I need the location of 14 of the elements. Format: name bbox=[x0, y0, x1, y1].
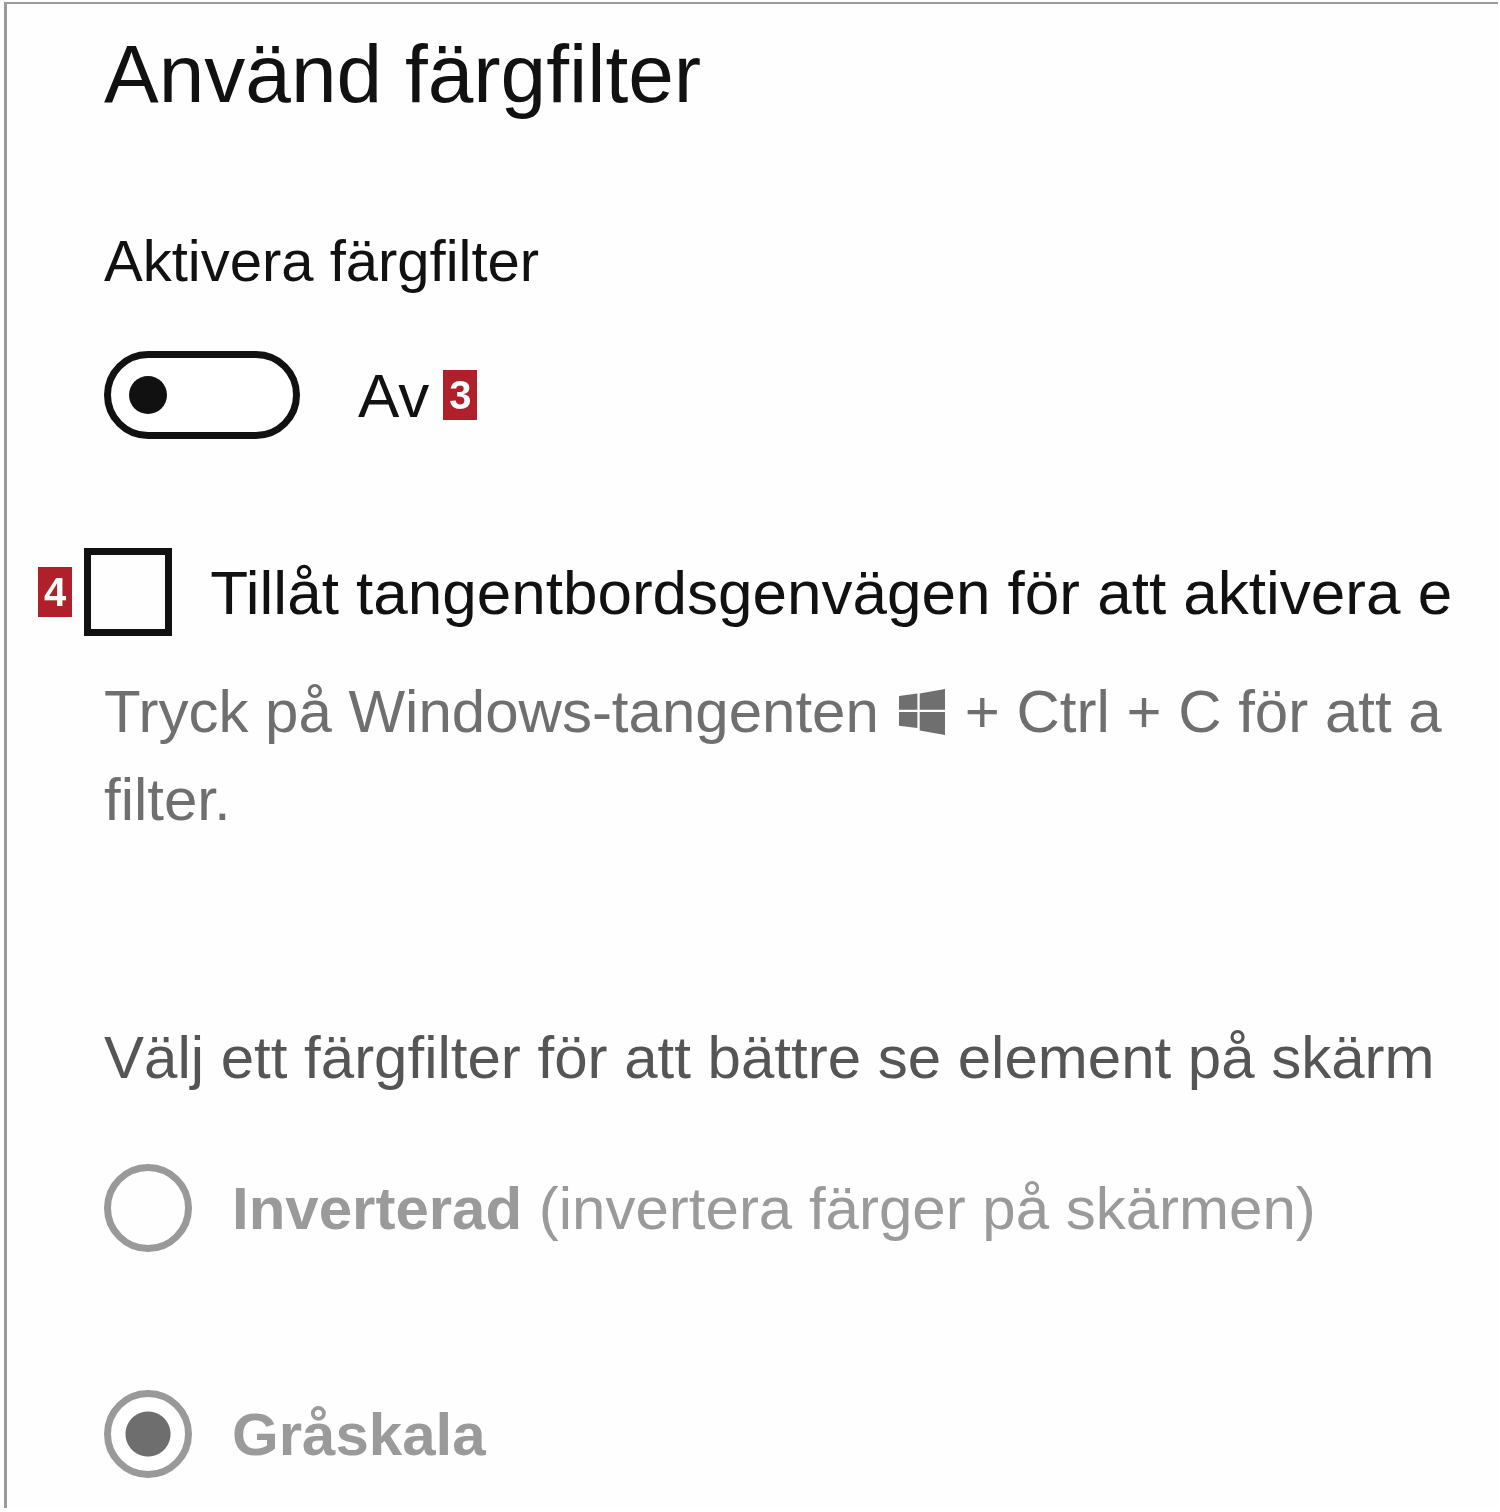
radio-label: Gråskala bbox=[232, 1399, 486, 1469]
hint-text: Tryck på Windows-tangenten bbox=[104, 677, 879, 747]
hint-text: + Ctrl + C för att a bbox=[964, 677, 1442, 747]
radio-label: Inverterad (invertera färger på skärmen) bbox=[232, 1173, 1316, 1243]
checkbox-label: Tillåt tangentbordsgenvägen för att aktivera e bbox=[210, 556, 1453, 628]
number-badge: 3 bbox=[443, 370, 478, 420]
filter-prompt: Välj ett färgfilter för att bättre se element på skärm bbox=[104, 1023, 1436, 1093]
toggle-state: Av bbox=[358, 359, 430, 431]
checkbox[interactable] bbox=[84, 548, 173, 636]
windows-logo-icon bbox=[898, 689, 945, 735]
page-title: Använd färgfilter bbox=[104, 27, 703, 121]
toggle-label: Aktivera färgfilter bbox=[104, 227, 541, 295]
number-badge: 4 bbox=[38, 567, 73, 617]
hint-text: filter. bbox=[104, 765, 232, 835]
